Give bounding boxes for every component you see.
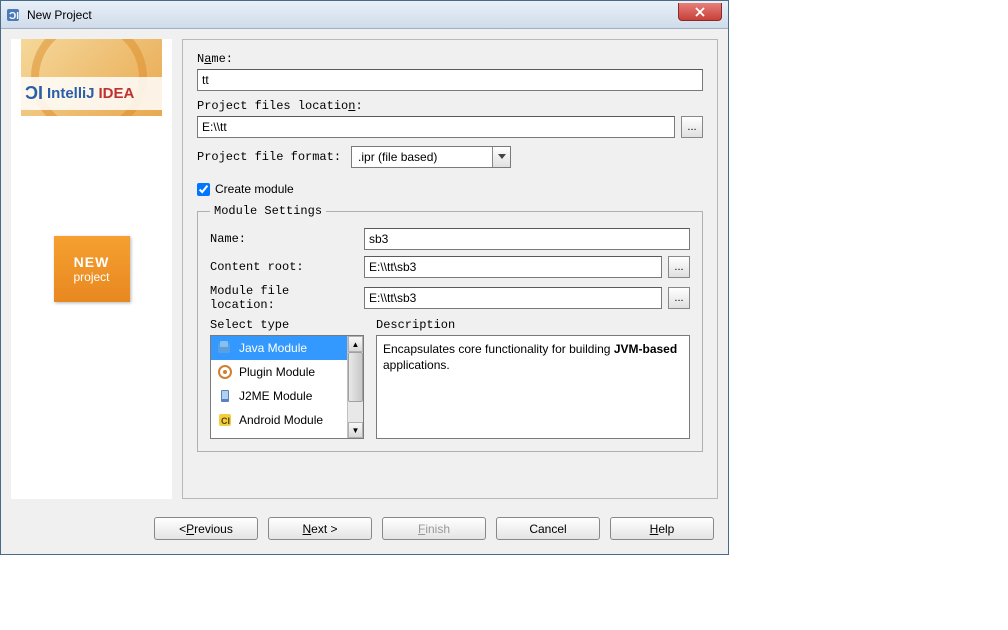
next-button[interactable]: Next > <box>268 517 372 540</box>
new-project-dialog: ϽI New Project ϽI IntelliJIDEA NEW proje… <box>0 0 729 555</box>
create-module-checkbox[interactable] <box>197 183 210 196</box>
scroll-thumb[interactable] <box>348 352 363 402</box>
project-name-label: Name: <box>197 52 703 66</box>
module-file-location-input[interactable] <box>364 287 662 309</box>
dialog-button-bar: < Previous Next > Finish Cancel Help <box>1 509 728 554</box>
select-type-label: Select type <box>210 318 364 332</box>
description-label: Description <box>376 318 690 332</box>
browse-content-root-button[interactable]: ... <box>668 256 690 278</box>
chevron-down-icon <box>492 147 510 167</box>
cancel-button[interactable]: Cancel <box>496 517 600 540</box>
type-item-label: Java Module <box>239 341 307 355</box>
help-button[interactable]: Help <box>610 517 714 540</box>
badge-line2: project <box>73 270 109 284</box>
badge-line1: NEW <box>74 254 110 270</box>
intellij-logo: ϽI IntelliJIDEA <box>21 77 162 110</box>
logo-text-intellij: IntelliJ <box>47 85 95 102</box>
svg-text:CI: CI <box>221 416 230 426</box>
project-name-input[interactable] <box>197 69 703 91</box>
app-icon: ϽI <box>5 7 21 23</box>
type-item-label: Plugin Module <box>239 365 315 379</box>
module-type-list[interactable]: Java Module Plugin Module J2ME Module <box>210 335 364 439</box>
sidebar-banner: ϽI IntelliJIDEA <box>21 39 162 116</box>
previous-button[interactable]: < Previous <box>154 517 258 540</box>
plugin-module-icon <box>217 364 233 380</box>
close-button[interactable] <box>678 3 722 21</box>
module-name-label: Name: <box>210 232 358 246</box>
j2me-module-icon <box>217 388 233 404</box>
module-settings-legend: Module Settings <box>210 204 326 218</box>
type-item-j2me[interactable]: J2ME Module <box>211 384 347 408</box>
description-text: Encapsulates core functionality for buil… <box>376 335 690 439</box>
module-name-input[interactable] <box>364 228 690 250</box>
project-format-select[interactable]: .ipr (file based) <box>351 146 511 168</box>
content-root-input[interactable] <box>364 256 662 278</box>
module-file-location-label: Module file location: <box>210 284 358 312</box>
titlebar: ϽI New Project <box>1 1 728 29</box>
browse-location-button[interactable]: ... <box>681 116 703 138</box>
create-module-label: Create module <box>215 182 294 196</box>
module-settings-group: Module Settings Name: Content root: ... … <box>197 204 703 452</box>
project-format-label: Project file format: <box>197 150 341 164</box>
project-format-value: .ipr (file based) <box>352 150 492 164</box>
project-location-input[interactable] <box>197 116 675 138</box>
window-title: New Project <box>27 8 92 22</box>
type-list-scrollbar[interactable]: ▲ ▼ <box>347 336 363 438</box>
scroll-up-icon[interactable]: ▲ <box>348 336 363 352</box>
logo-text-idea: IDEA <box>99 85 135 102</box>
android-module-icon: CI <box>217 412 233 428</box>
scroll-down-icon[interactable]: ▼ <box>348 422 363 438</box>
project-location-label: Project files location: <box>197 99 703 113</box>
finish-button: Finish <box>382 517 486 540</box>
type-item-plugin[interactable]: Plugin Module <box>211 360 347 384</box>
type-item-label: J2ME Module <box>239 389 312 403</box>
logo-mark-icon: ϽI <box>25 83 43 104</box>
type-item-android[interactable]: CI Android Module <box>211 408 347 432</box>
browse-module-file-location-button[interactable]: ... <box>668 287 690 309</box>
type-item-java[interactable]: Java Module <box>211 336 347 360</box>
type-item-label: Android Module <box>239 413 323 427</box>
java-module-icon <box>217 340 233 356</box>
svg-text:ϽI: ϽI <box>9 11 19 22</box>
new-project-badge: NEW project <box>54 236 130 302</box>
sidebar: ϽI IntelliJIDEA NEW project <box>11 39 172 499</box>
content-root-label: Content root: <box>210 260 358 274</box>
main-panel: Name: Project files location: ... Projec… <box>182 39 718 499</box>
